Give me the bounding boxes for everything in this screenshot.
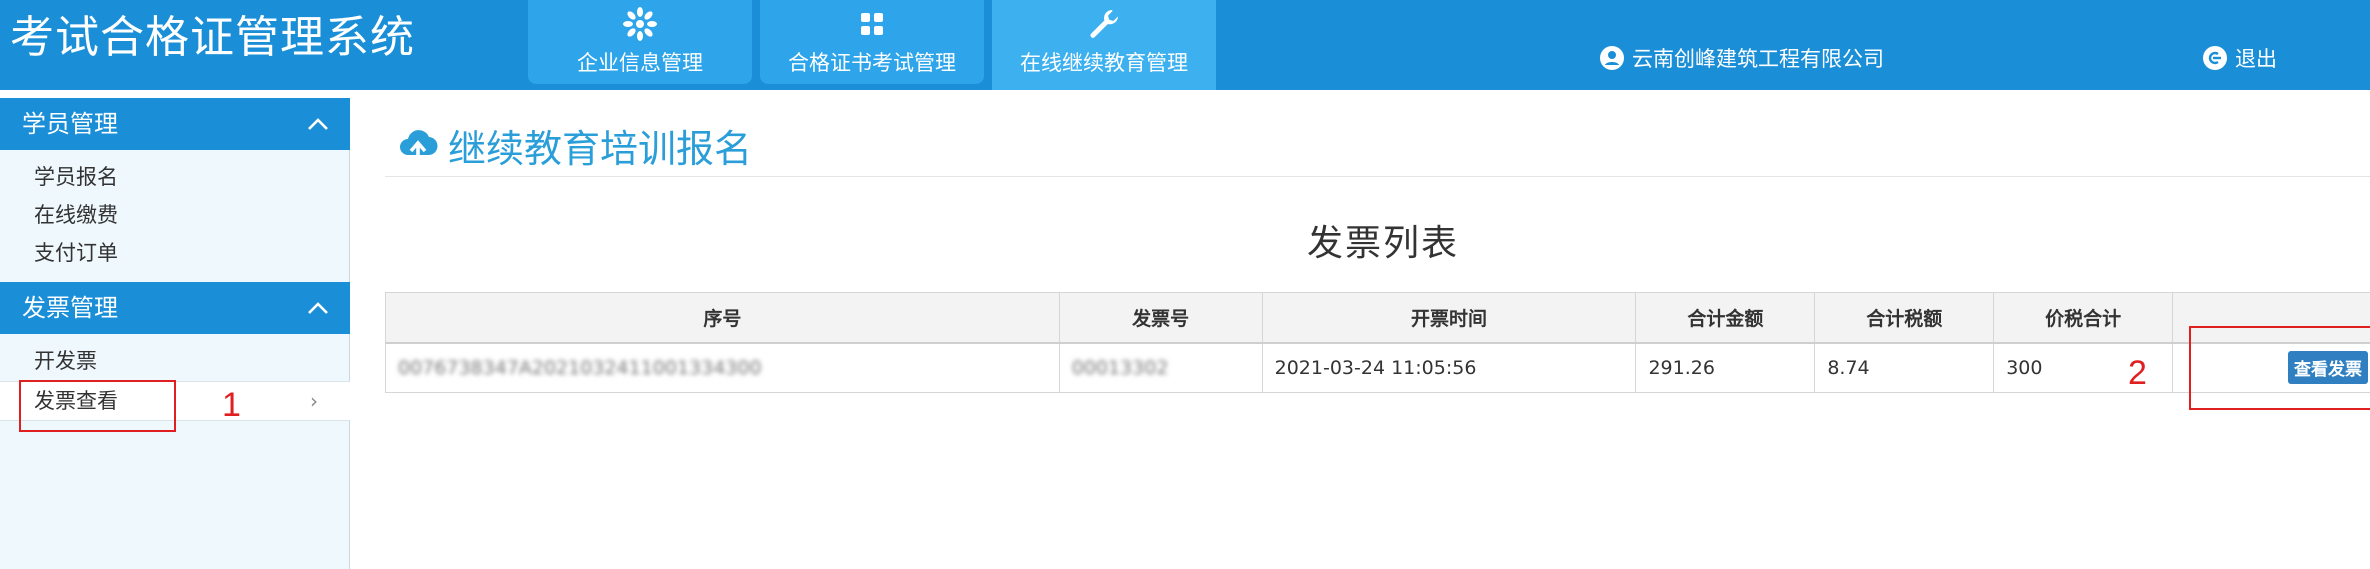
table-header-row: 序号 发票号 开票时间 合计金额 合计税额 价税合计 [385, 292, 2370, 344]
sidebar-item-orders[interactable]: 支付订单 [34, 234, 118, 272]
col-header-amount: 合计金额 [1635, 292, 1816, 344]
cell-amount: 291.26 [1635, 342, 1816, 393]
annotation-box-1 [19, 380, 176, 432]
cell-invoice-no: 00013302 [1058, 342, 1263, 393]
tab-label: 合格证书考试管理 [788, 51, 956, 75]
annotation-box-2 [2189, 326, 2370, 410]
cell-time: 2021-03-24 11:05:56 [1261, 342, 1637, 393]
sidebar: 学员管理 学员报名 在线缴费 支付订单 发票管理 开发票 发票查看 › [0, 98, 350, 569]
page-title-text: 继续教育培训报名 [448, 127, 753, 171]
chevron-right-icon: › [310, 389, 318, 413]
serial-value: 0076738347A202103241100133430​0 [398, 356, 762, 379]
tab-label: 在线继续教育管理 [1020, 51, 1188, 75]
table-row: 0076738347A202103241100133430​0 00013302… [385, 342, 2370, 393]
invoice-list-title: 发票列表 [1307, 223, 1460, 264]
page-title: 继续教育培训报名 [398, 118, 752, 173]
cell-tax: 8.74 [1814, 342, 1995, 393]
cell-serial: 0076738347A202103241100133430​0 [385, 342, 1060, 393]
sidebar-group-invoices[interactable]: 发票管理 [0, 282, 350, 334]
divider [385, 176, 2370, 177]
logout-icon [2203, 46, 2227, 70]
col-header-serial: 序号 [385, 292, 1060, 344]
group-title: 发票管理 [22, 294, 118, 322]
tab-online-education[interactable]: 在线继续教育管理 [992, 0, 1216, 90]
sidebar-item-payment[interactable]: 在线缴费 [34, 196, 118, 234]
annotation-number-2: 2 [2128, 354, 2147, 392]
invoice-no-value: 00013302 [1071, 356, 1169, 379]
grid-icon [861, 13, 883, 35]
annotation-number-1: 1 [222, 386, 241, 424]
cloud-upload-icon [400, 129, 438, 163]
chevron-up-icon [308, 118, 328, 130]
sidebar-item-issue-invoice[interactable]: 开发票 [34, 342, 97, 380]
sidebar-group-students[interactable]: 学员管理 [0, 98, 350, 150]
group-title: 学员管理 [22, 110, 118, 138]
company-account[interactable]: 云南创峰建筑工程有限公司 [1600, 40, 1884, 76]
sidebar-item-enroll[interactable]: 学员报名 [34, 158, 118, 196]
wrench-icon [1090, 10, 1118, 38]
logout-button[interactable]: 退出 [2203, 40, 2277, 76]
tab-label: 企业信息管理 [577, 51, 703, 75]
app-title: 考试合格证管理系统 [10, 12, 415, 63]
sun-flower-icon [623, 7, 657, 41]
top-header: 考试合格证管理系统 企业信息管理 合格证书考试管理 在线继续教育管理 云南创峰建… [0, 0, 2370, 90]
chevron-up-icon [308, 302, 328, 314]
col-header-invoice-no: 发票号 [1058, 292, 1263, 344]
tab-certificate-exam[interactable]: 合格证书考试管理 [760, 0, 984, 84]
logout-label: 退出 [2235, 47, 2277, 71]
col-header-tax: 合计税额 [1814, 292, 1995, 344]
company-name: 云南创峰建筑工程有限公司 [1632, 47, 1884, 71]
invoice-table: 序号 发票号 开票时间 合计金额 合计税额 价税合计 0076738347A20… [385, 292, 2370, 393]
col-header-time: 开票时间 [1261, 292, 1637, 344]
col-header-total: 价税合计 [1993, 292, 2174, 344]
tab-enterprise-info[interactable]: 企业信息管理 [528, 0, 752, 84]
user-icon [1600, 46, 1624, 70]
